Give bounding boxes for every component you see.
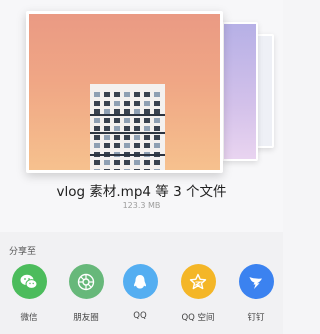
- building-window: [154, 143, 160, 148]
- building-window: [114, 160, 120, 165]
- building-floor-band: [90, 154, 165, 156]
- share-app-label: QQ: [133, 311, 147, 321]
- wechat-icon: [11, 264, 47, 299]
- building-window: [124, 92, 130, 97]
- building-window: [144, 117, 150, 123]
- building-window: [124, 160, 130, 165]
- share-app-label: 钉钉: [247, 313, 265, 323]
- qq-icon: [122, 264, 158, 299]
- building-window: [154, 168, 160, 170]
- building-window: [134, 143, 140, 148]
- building-window: [154, 92, 160, 97]
- building-window: [104, 168, 110, 170]
- building-window: [104, 100, 110, 106]
- dingtalk-icon: [238, 264, 274, 299]
- building-window: [114, 134, 120, 140]
- share-app-label: 微信: [20, 313, 38, 323]
- building-window: [124, 168, 130, 170]
- building-window: [104, 92, 110, 97]
- building-window: [124, 100, 130, 106]
- building-window: [144, 134, 150, 140]
- video-thumbnail[interactable]: [26, 11, 223, 173]
- building-window: [144, 168, 150, 170]
- share-app-qq[interactable]: QQ: [115, 264, 165, 321]
- building-window: [104, 117, 110, 123]
- building-window: [124, 117, 130, 123]
- share-sheet: 分享至 微信 朋友圈 QQ QQ 空间 钉钉: [0, 232, 283, 334]
- share-app-label: QQ 空间: [181, 313, 215, 323]
- share-app-list: 微信 朋友圈 QQ QQ 空间 钉钉: [0, 264, 283, 334]
- building-window: [144, 143, 150, 148]
- file-preview-area: vlog 素材.mp4 等 3 个文件 123.3 MB: [0, 0, 283, 232]
- building-window: [134, 100, 140, 106]
- building-window: [134, 126, 140, 131]
- building-window: [104, 160, 110, 165]
- building-window: [134, 92, 140, 97]
- building-window: [134, 168, 140, 170]
- building-window: [114, 126, 120, 131]
- building-window: [94, 117, 100, 123]
- building-window: [154, 160, 160, 165]
- building-window: [94, 168, 100, 170]
- thumbnail-stack-middle: [222, 22, 258, 161]
- building-window: [144, 92, 150, 97]
- share-title: 分享至: [9, 247, 37, 257]
- building-window: [154, 134, 160, 140]
- file-size: 123.3 MB: [122, 201, 161, 210]
- building-window: [104, 126, 110, 131]
- share-app-wechat[interactable]: 微信: [4, 264, 54, 323]
- building-window: [114, 100, 120, 106]
- building-window: [94, 143, 100, 148]
- building-window: [124, 143, 130, 148]
- building-window: [94, 92, 100, 97]
- building-window: [104, 143, 110, 148]
- building-image: [90, 84, 165, 170]
- building-window: [114, 143, 120, 148]
- building-window: [114, 168, 120, 170]
- share-app-dingtalk[interactable]: 钉钉: [231, 264, 281, 323]
- share-app-moments[interactable]: 朋友圈: [61, 264, 111, 323]
- building-window: [144, 126, 150, 131]
- building-window: [154, 117, 160, 123]
- building-window: [154, 126, 160, 131]
- building-window: [134, 117, 140, 123]
- building-window: [94, 134, 100, 140]
- file-title: vlog 素材.mp4 等 3 个文件: [56, 184, 227, 200]
- building-window: [94, 100, 100, 106]
- building-window: [154, 100, 160, 106]
- building-window: [124, 134, 130, 140]
- building-floor-band: [90, 132, 165, 134]
- qzone-icon: [180, 264, 216, 299]
- building-window: [94, 160, 100, 165]
- building-window: [94, 126, 100, 131]
- building-floor-band: [90, 114, 165, 116]
- building-window: [134, 134, 140, 140]
- building-window: [144, 160, 150, 165]
- building-window: [144, 100, 150, 106]
- building-window: [134, 160, 140, 165]
- share-app-label: 朋友圈: [73, 313, 99, 323]
- share-app-qzone[interactable]: QQ 空间: [173, 264, 223, 323]
- building-window: [104, 134, 110, 140]
- moments-icon: [68, 264, 104, 299]
- building-window: [114, 92, 120, 97]
- building-window: [114, 117, 120, 123]
- building-window: [124, 126, 130, 131]
